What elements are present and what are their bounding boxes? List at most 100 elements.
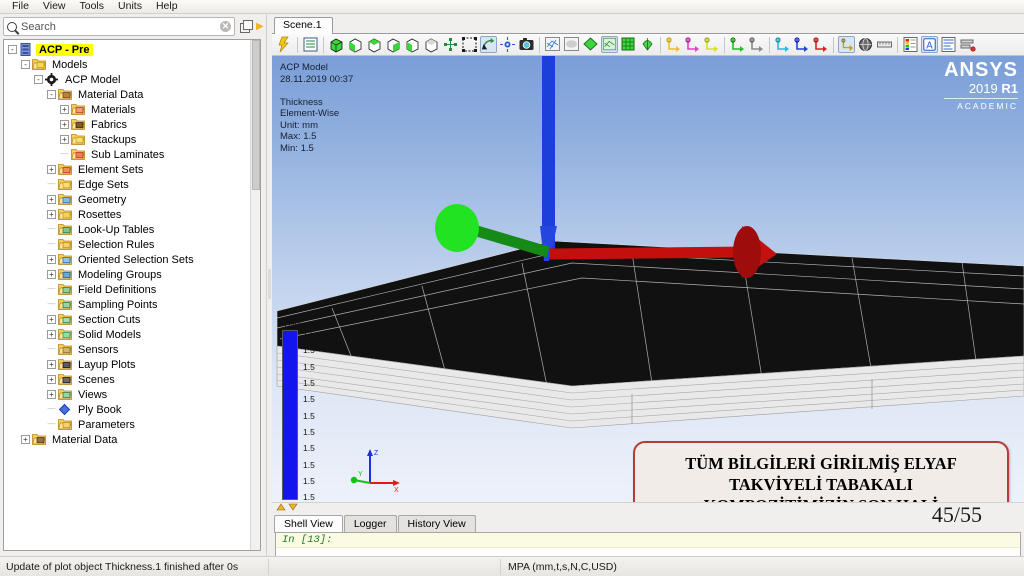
menu-item-units[interactable]: Units [111,0,149,13]
tree-item-material-data[interactable]: - Material Data [6,87,260,102]
tree-item-views[interactable]: + Views [6,387,260,402]
tree-item-field-definitions[interactable]: — Field Definitions [6,282,260,297]
view-top-icon[interactable] [366,36,383,53]
menu-item-view[interactable]: View [36,0,73,13]
tree-item-parameters[interactable]: — Parameters [6,417,260,432]
tree-item-scenes[interactable]: + Scenes [6,372,260,387]
tree-item-fabrics[interactable]: + Fabrics [6,117,260,132]
tree-item-materials[interactable]: + Materials [6,102,260,117]
tree-item-edge-sets[interactable]: — Edge Sets [6,177,260,192]
view-back-icon[interactable] [423,36,440,53]
expand-icon[interactable]: + [47,165,56,174]
zoom-window-icon[interactable] [461,36,478,53]
show-coordinates-icon[interactable] [838,36,855,53]
shaded-edges-icon[interactable] [601,36,618,53]
legend-icon[interactable] [902,36,919,53]
tree-container[interactable]: - ACP - Pre - Models - ACP Model - Material Dat… [3,39,261,551]
screenshot-icon[interactable] [518,36,535,53]
tree-item-oriented-selection-sets[interactable]: + Oriented Selection Sets [6,252,260,267]
tree-item-ply-book[interactable]: — Ply Book [6,402,260,417]
tree-item-layup-plots[interactable]: + Layup Plots [6,357,260,372]
collapse-icon[interactable]: - [21,60,30,69]
tree-item-material-data[interactable]: + Material Data [6,432,260,447]
expand-icon[interactable]: + [47,330,56,339]
tree-item-acp-pre[interactable]: - ACP - Pre [6,42,260,57]
collapse-up-icon[interactable] [276,503,286,511]
tree-item-models[interactable]: - Models [6,57,260,72]
rotation-center-icon[interactable] [499,36,516,53]
tree-item-modeling-groups[interactable]: + Modeling Groups [6,267,260,282]
expand-icon[interactable]: + [47,360,56,369]
ruler-icon[interactable] [876,36,893,53]
shaded-icon[interactable] [563,36,580,53]
tree-item-geometry[interactable]: + Geometry [6,192,260,207]
splitter-arrows[interactable] [276,503,298,511]
pick-rotate-icon[interactable] [480,36,497,53]
options-icon[interactable] [959,36,976,53]
expand-icon[interactable]: + [60,120,69,129]
collapse-icon[interactable]: - [47,90,56,99]
axis-lime-icon[interactable] [703,36,720,53]
axis-gray-icon[interactable] [748,36,765,53]
search-input[interactable]: Search ✕ [3,17,235,36]
tree-item-stackups[interactable]: + Stackups [6,132,260,147]
expand-icon[interactable]: + [47,255,56,264]
shell-prompt-line[interactable]: In [13]: [276,533,1020,548]
axis-yellow-icon[interactable] [665,36,682,53]
tree-vertical-scrollbar[interactable] [250,40,260,550]
mesh-wireframe-icon[interactable] [544,36,561,53]
tree-item-solid-models[interactable]: + Solid Models [6,327,260,342]
expand-icon[interactable]: + [47,375,56,384]
menu-item-file[interactable]: File [5,0,36,13]
expand-icon[interactable]: + [47,270,56,279]
tree-item-rosettes[interactable]: + Rosettes [6,207,260,222]
tree-item-selection-rules[interactable]: — Selection Rules [6,237,260,252]
menu-item-help[interactable]: Help [149,0,185,13]
tree-item-element-sets[interactable]: + Element Sets [6,162,260,177]
annotation-icon[interactable]: A [921,36,938,53]
collapse-icon[interactable]: - [34,75,43,84]
tab-scene-1[interactable]: Scene.1 [274,17,333,34]
globe-icon[interactable] [857,36,874,53]
tree-item-sensors[interactable]: — Sensors [6,342,260,357]
clear-search-icon[interactable]: ✕ [220,21,231,32]
axis-red-icon[interactable] [812,36,829,53]
tree-item-look-up-tables[interactable]: — Look-Up Tables [6,222,260,237]
panel-collapse-arrow-icon[interactable]: ▶ [256,21,264,31]
menu-item-tools[interactable]: Tools [73,0,112,13]
expand-icon[interactable]: + [47,315,56,324]
dock-windows-icon[interactable] [239,19,254,34]
axis-magenta-icon[interactable] [684,36,701,53]
view-iso-icon[interactable] [328,36,345,53]
tree-item-sampling-points[interactable]: — Sampling Points [6,297,260,312]
3d-viewport[interactable]: ACP Model 28.11.2019 00:37 Thickness Ele… [272,56,1024,502]
view-front-icon[interactable] [347,36,364,53]
expand-icon[interactable]: + [47,390,56,399]
axis-blue-icon[interactable] [793,36,810,53]
view-left-icon[interactable] [385,36,402,53]
solver-run-icon[interactable] [276,36,293,53]
axis-green-icon[interactable] [729,36,746,53]
tree-scroll-thumb[interactable] [252,40,260,190]
expand-icon[interactable]: + [47,195,56,204]
spreadsheet-icon[interactable] [302,36,319,53]
text-panel-icon[interactable] [940,36,957,53]
horizontal-splitter[interactable] [272,502,1024,512]
tree-item-section-cuts[interactable]: + Section Cuts [6,312,260,327]
tree-item-sub-laminates[interactable]: — Sub Laminates [6,147,260,162]
bottom-tab-logger[interactable]: Logger [343,515,397,532]
collapse-down-icon[interactable] [288,503,298,511]
expand-icon[interactable]: + [47,210,56,219]
expand-icon[interactable]: + [60,105,69,114]
bottom-tab-shell-view[interactable]: Shell View [274,515,343,533]
mesh-green-icon[interactable] [620,36,637,53]
collapse-icon[interactable]: - [8,45,17,54]
fit-view-icon[interactable] [442,36,459,53]
expand-icon[interactable]: + [60,135,69,144]
transparency-icon[interactable] [639,36,656,53]
shaded-solid-icon[interactable] [582,36,599,53]
expand-icon[interactable]: + [21,435,30,444]
view-right-icon[interactable] [404,36,421,53]
axis-cyan-icon[interactable] [774,36,791,53]
tree-item-acp-model[interactable]: - ACP Model [6,72,260,87]
